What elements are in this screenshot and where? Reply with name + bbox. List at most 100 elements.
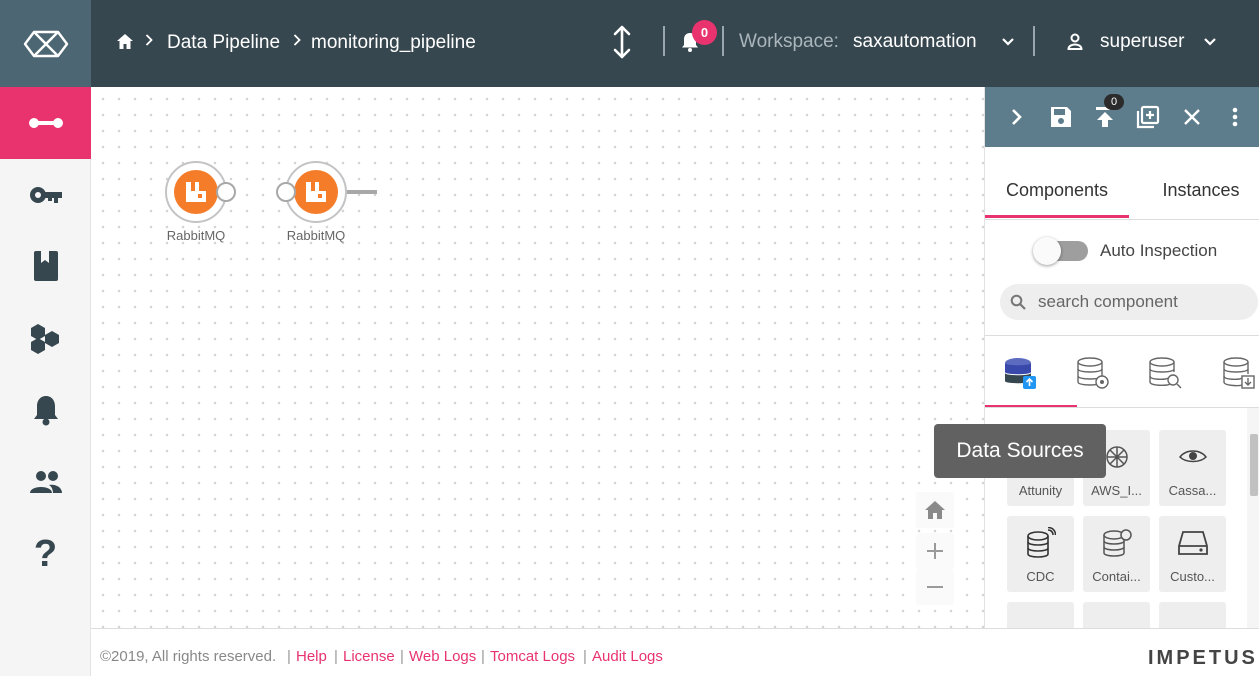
components-panel: 0 Components Instances Auto Inspection s… (984, 87, 1259, 628)
save-button[interactable] (1047, 103, 1075, 131)
chevron-down-icon[interactable] (1001, 37, 1015, 47)
sidebar-item-book[interactable] (0, 230, 91, 302)
node-label: RabbitMQ (166, 228, 226, 243)
header-divider (663, 26, 665, 56)
save-icon (1051, 107, 1071, 127)
container-icon (1103, 529, 1132, 557)
user-menu[interactable]: superuser (1100, 30, 1185, 54)
component-container[interactable]: Contai... (1083, 516, 1150, 592)
chevron-down-icon[interactable] (1203, 37, 1217, 47)
key-icon (29, 187, 62, 203)
component-label: Custo... (1170, 569, 1215, 584)
category-data-sources[interactable] (1000, 353, 1040, 393)
data-sources-icon (1005, 358, 1036, 389)
add-box-icon (1136, 105, 1160, 129)
search-box (1000, 284, 1258, 320)
component-tile[interactable] (1007, 602, 1074, 628)
copyright: ©2019, All rights reserved. (100, 648, 277, 665)
tab-indicator (985, 215, 1129, 218)
bell-icon (33, 396, 58, 426)
hard-drive-icon (1178, 531, 1208, 555)
breadcrumb-data-pipeline[interactable]: Data Pipeline (167, 30, 280, 56)
sidebar-item-pipeline[interactable] (0, 87, 91, 159)
sidebar-item-keys[interactable] (0, 159, 91, 231)
aws-iot-icon (1106, 446, 1128, 468)
component-label: CDC (1026, 569, 1055, 584)
zoom-in-button[interactable] (916, 533, 954, 569)
footer: ©2019, All rights reserved. | Help | Lic… (91, 628, 1259, 676)
home-icon[interactable] (116, 33, 134, 50)
divider (985, 335, 1259, 336)
component-tile[interactable] (1159, 602, 1226, 628)
person-icon (1067, 33, 1083, 50)
category-analytics[interactable] (1145, 353, 1185, 393)
sidebar-item-users[interactable] (0, 446, 91, 518)
rabbitmq-icon (186, 182, 206, 202)
cassandra-icon (1179, 450, 1207, 463)
zoom-home-button[interactable] (916, 492, 954, 528)
add-box-button[interactable] (1134, 103, 1162, 131)
scrollbar-thumb[interactable] (1250, 434, 1258, 496)
pipeline-canvas[interactable]: RabbitMQ RabbitMQ (91, 87, 984, 628)
workspace-label: Workspace: (739, 31, 839, 52)
plus-icon (927, 543, 943, 559)
divider (985, 219, 1259, 220)
output-port[interactable] (216, 182, 236, 202)
component-custom[interactable]: Custo... (1159, 516, 1226, 592)
footer-link-license[interactable]: License (343, 648, 395, 666)
close-icon (1184, 109, 1200, 125)
more-vert-icon (1232, 107, 1238, 127)
component-cdc[interactable]: CDC (1007, 516, 1074, 592)
component-label: Cassa... (1168, 483, 1217, 498)
search-icon (1010, 294, 1026, 310)
search-input[interactable] (1038, 284, 1248, 320)
book-icon (33, 251, 58, 281)
category-processors[interactable] (1073, 353, 1113, 393)
collapse-panel-button[interactable] (1003, 103, 1031, 131)
sidebar-item-alerts[interactable] (0, 374, 91, 446)
zoom-out-button[interactable] (916, 569, 954, 605)
footer-link-web-logs[interactable]: Web Logs (409, 648, 476, 666)
rabbitmq-icon (306, 182, 326, 202)
pipeline-icon (28, 118, 63, 128)
panel-toolbar: 0 (985, 87, 1259, 147)
sidebar-item-help[interactable]: ? (0, 518, 91, 590)
scrollbar[interactable] (1247, 408, 1259, 628)
tooltip: Data Sources (934, 424, 1106, 478)
footer-link-audit-logs[interactable]: Audit Logs (592, 648, 663, 666)
component-label: Contai... (1092, 569, 1141, 584)
workspace-selector[interactable]: saxautomation (853, 30, 977, 54)
input-port[interactable] (276, 182, 296, 202)
sidebar-item-cluster[interactable] (0, 302, 91, 374)
minus-icon (927, 586, 943, 588)
header-divider (722, 26, 724, 56)
toggle-knob[interactable] (1033, 237, 1061, 265)
home-icon (925, 501, 945, 519)
brand-logo: IMPETUS (1148, 647, 1258, 669)
help-icon: ? (33, 533, 58, 575)
chevron-right-icon (293, 34, 301, 46)
cluster-icon (30, 324, 59, 354)
logo-icon (23, 30, 68, 57)
users-icon (29, 471, 62, 493)
component-label: AWS_I... (1091, 483, 1142, 498)
chevron-right-icon (1012, 109, 1022, 125)
component-tile[interactable] (1083, 602, 1150, 628)
sidebar: ? (0, 0, 91, 676)
header: Data Pipeline monitoring_pipeline 0 Work… (91, 0, 1259, 87)
processors-icon (1077, 357, 1109, 389)
close-button[interactable] (1178, 103, 1206, 131)
footer-link-tomcat-logs[interactable]: Tomcat Logs (490, 648, 575, 666)
tab-instances[interactable]: Instances (1129, 160, 1259, 220)
tab-components[interactable]: Components (985, 160, 1129, 220)
publish-badge: 0 (1104, 94, 1124, 110)
category-emitters[interactable] (1219, 353, 1259, 393)
component-cassandra[interactable]: Cassa... (1159, 430, 1226, 506)
logo[interactable] (0, 0, 91, 87)
footer-link-help[interactable]: Help (296, 648, 327, 666)
vertical-resize-icon[interactable] (612, 25, 632, 59)
more-options-button[interactable] (1221, 103, 1249, 131)
chevron-right-icon (145, 34, 153, 46)
cdc-icon (1027, 527, 1056, 558)
component-label: Attunity (1018, 483, 1063, 498)
